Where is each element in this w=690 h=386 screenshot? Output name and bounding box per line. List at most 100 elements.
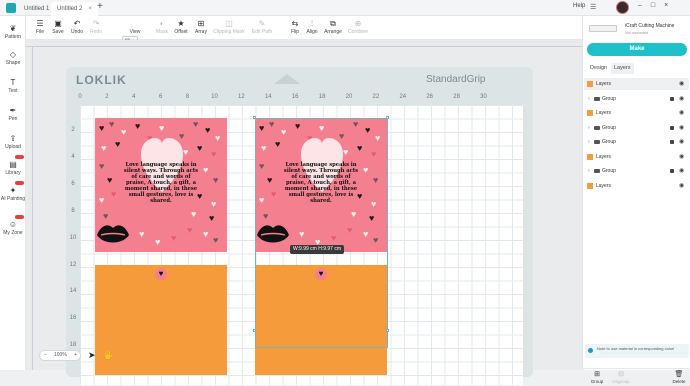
chevron-right-icon[interactable]: › [588,122,590,134]
lock-icon[interactable] [670,169,674,173]
make-button[interactable]: Make [587,43,687,56]
eye-icon[interactable]: ◉ [679,165,684,177]
tab-untitled-2[interactable]: Untitled 2 × [51,2,98,16]
design-card-right[interactable]: ♥ ♥ ♥ ♥ ♥ ♥ ♥ ♥ ♥ ♥ ♥ ♥ ♥ ♥ ♥ ♥ ♥ ♥ ♥ ♥ ♥ ♥ ♥ ♥ ♥ ♥ ♥ ♥ ♥ ♥ ♥ ♥ Love la… [255,118,387,252]
combine-button[interactable]: ⊕ Combine [344,19,372,35]
group-button[interactable]: ⊞ Group [585,371,609,384]
chevron-right-icon[interactable]: › [588,93,590,105]
redo-button[interactable]: ↷ Redo [84,19,108,35]
color-swatch[interactable] [587,110,593,116]
layer-row[interactable]: › Group ◉ [584,93,689,105]
heart-icon: ♥ [343,147,349,157]
heart-icon: ♥ [99,123,105,133]
heart-icon: ♥ [259,161,265,171]
heart-icon: ♥ [371,199,377,209]
sidebar-item-my-zone[interactable]: ☺ My Zone [0,220,26,236]
tab-design[interactable]: Design [587,63,610,74]
lock-icon[interactable] [670,140,674,144]
layer-row[interactable]: › Group ◉ [584,122,689,134]
canvas[interactable]: LOKLIK StandardGrip 0 2 4 6 8 10 12 14 16 18 20 22 2… [33,47,582,385]
zoom-in-button[interactable]: + [74,351,77,360]
info-icon [588,348,593,353]
eye-icon[interactable]: ◉ [679,78,684,90]
array-label: Array [195,29,207,35]
eye-icon[interactable]: ◉ [679,180,684,192]
eye-icon[interactable]: ◉ [679,107,684,119]
orange-layer-left[interactable]: ♥ [95,265,227,375]
layer-row[interactable]: Layers ◉ [584,78,689,90]
orange-layer-right[interactable]: ♥ [255,265,387,375]
zoom-out-button[interactable]: − [44,351,47,360]
add-tab-icon[interactable]: + [97,1,103,12]
layer-row[interactable]: › Group ◉ [584,165,689,177]
heart-icon: ♥ [203,165,209,175]
heart-icon: ♥ [365,125,371,135]
notification-icon[interactable]: ☰ [590,3,596,11]
left-sidebar: ❦ Pattern ◇ Shape T Text ✒ Pen ⇪ Upload ▤ Libr… [0,16,26,370]
help-link[interactable]: Help [573,3,585,9]
clipping-mask-button[interactable]: ◫ Clipping Mask [210,19,248,35]
delete-button[interactable]: 🗑 Delete [667,371,690,384]
app-logo-icon [6,3,16,13]
edit-path-button[interactable]: ✎ Edit Path [247,19,277,35]
upload-icon: ⇪ [9,134,17,143]
clipping-mask-label: Clipping Mask [213,29,245,35]
layer-row[interactable]: Layers ◉ [584,151,689,163]
avatar[interactable] [616,1,629,14]
layer-label: Group [602,168,616,174]
chevron-right-icon[interactable]: › [588,136,590,148]
machine-selector[interactable]: iCraft Cutting Machine Not connected [589,22,685,37]
lock-icon[interactable] [670,96,674,101]
arrange-button[interactable]: ⧉ Arrange [320,19,346,35]
ungroup-button[interactable]: ⊟ Ungroup [609,371,633,384]
ruler-col-label: 14 [264,94,272,100]
color-swatch[interactable] [587,153,593,160]
heart-icon: ♥ [215,133,221,143]
sidebar-item-text[interactable]: T Text [0,78,26,94]
eye-icon[interactable]: ◉ [679,136,684,148]
eye-icon[interactable]: ◉ [679,151,684,163]
layer-row[interactable]: Layers ◉ [584,107,689,119]
sidebar-item-shape[interactable]: ◇ Shape [0,50,26,66]
heart-icon: ♥ [213,235,219,245]
sidebar-item-pattern[interactable]: ❦ Pattern [0,24,26,40]
mat-brand: LOKLIK [76,73,127,87]
heart-icon: ♥ [99,161,105,171]
window-controls[interactable]: –□× [638,2,677,9]
resize-handle[interactable] [253,116,256,119]
view-button[interactable]: View [123,29,147,35]
ungroup-icon: ⊟ [618,371,624,378]
sidebar-item-library[interactable]: ▤ Library [0,160,26,176]
heart-icon: ♥ [319,123,325,133]
heart-icon: ♥ [211,199,217,209]
flip-label: Flip [290,29,300,35]
heart-icon: ♥ [295,121,301,131]
zoom-value[interactable]: 100% [54,351,67,360]
sidebar-item-pen[interactable]: ✒ Pen [0,106,26,122]
tab-layers[interactable]: Layers [611,63,634,74]
sidebar-item-upload[interactable]: ⇪ Upload [0,134,26,150]
heart-icon: ♥ [347,225,353,235]
sidebar-item-ai-painting[interactable]: ✦ AI Painting [0,186,26,202]
resize-handle[interactable] [253,329,256,332]
resize-handle[interactable] [386,329,389,332]
ruler-col-label: 28 [453,94,460,100]
design-card-left[interactable]: ♥ ♥ ♥ ♥ ♥ ♥ ♥ ♥ ♥ ♥ ♥ ♥ ♥ ♥ ♥ ♥ ♥ ♥ ♥ ♥ ♥ ♥ ♥ ♥ ♥ ♥ ♥ ♥ ♥ ♥ ♥ ♥ Love la… [95,118,227,252]
sidebar-label: AI Painting [0,196,26,202]
layer-row[interactable]: Layers ◉ [584,180,689,192]
color-swatch[interactable] [587,81,593,87]
close-icon[interactable]: × [88,6,92,12]
layer-label: Layers [596,153,612,160]
layer-row[interactable]: › Group ◉ [584,136,689,148]
heart-icon: ♥ [281,127,287,137]
heart-icon: ♥ [271,189,277,199]
eye-icon[interactable]: ◉ [679,93,684,105]
my-zone-icon: ☺ [8,220,18,229]
ruler-row-label: 12 [69,261,77,268]
resize-handle[interactable] [386,116,389,119]
heart-icon: ♥ [99,195,105,205]
eye-icon[interactable]: ◉ [679,122,684,134]
chevron-right-icon[interactable]: › [588,165,590,177]
lock-icon[interactable] [670,125,674,130]
color-swatch[interactable] [587,182,593,189]
